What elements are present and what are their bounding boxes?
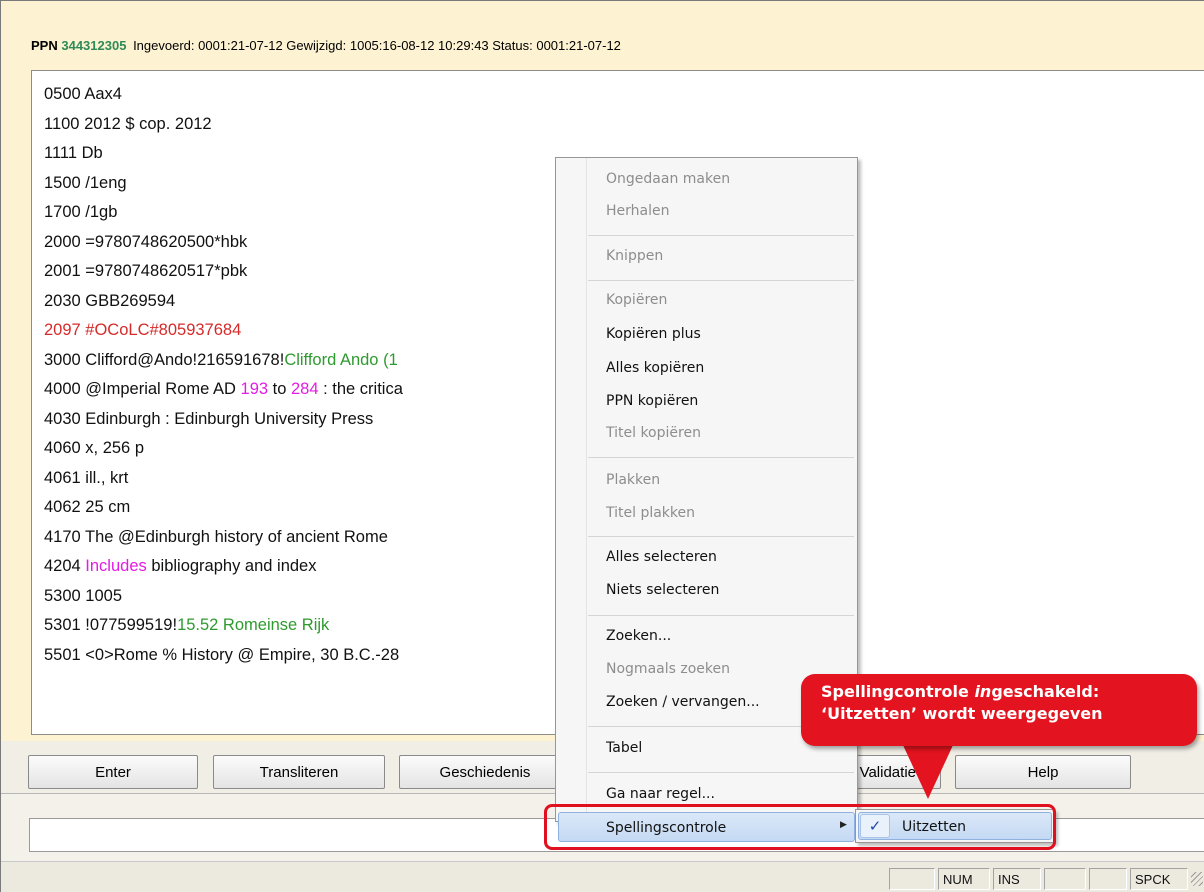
record-header: PPN 344312305 Ingevoerd: 0001:21-07-12 G… — [31, 38, 621, 53]
record-details: Ingevoerd: 0001:21-07-12 Gewijzigd: 1005… — [133, 38, 621, 53]
record-line: 4000 @Imperial Rome AD 193 to 284 : the … — [44, 375, 403, 405]
menu-separator — [588, 457, 854, 458]
record-line: 1111 Db — [44, 139, 403, 169]
record-line-segment: 4000 @Imperial Rome AD — [44, 380, 241, 398]
record-line: 5300 1005 — [44, 582, 403, 612]
menu-item-copy-all[interactable]: Alles kopiëren — [606, 360, 704, 376]
status-cell-blank — [1044, 868, 1086, 890]
record-line: 3000 Clifford@Ando!216591678!Clifford An… — [44, 346, 403, 376]
record-line-segment: 2030 GBB269594 — [44, 291, 176, 310]
record-line-segment: Includes — [85, 557, 147, 575]
transliterate-button[interactable]: Transliteren — [213, 755, 385, 789]
status-cell-blank — [1089, 868, 1127, 890]
menu-item-select-all[interactable]: Alles selecteren — [606, 549, 717, 565]
record-line-segment: to — [268, 380, 291, 398]
record-line-segment: 3000 Clifford@Ando!216591678! — [44, 350, 285, 369]
record-line: 1100 2012 $ cop. 2012 — [44, 110, 403, 140]
menu-separator — [588, 615, 854, 616]
record-line: 0500 Aax4 — [44, 80, 403, 110]
record-line-segment: bibliography and index — [146, 557, 317, 575]
menu-item-table[interactable]: Tabel — [606, 740, 642, 756]
menu-item-paste-title: Titel plakken — [606, 505, 696, 521]
status-spck: SPCK — [1130, 868, 1188, 890]
menu-item-copy-ppn[interactable]: PPN kopiëren — [606, 393, 698, 409]
callout-pointer — [902, 743, 954, 799]
record-line: 5501 <0>Rome % History @ Empire, 30 B.C.… — [44, 641, 403, 671]
history-button[interactable]: Geschiedenis — [399, 755, 571, 789]
menu-item-cut: Knippen — [606, 248, 664, 264]
menu-item-redo: Herhalen — [606, 203, 670, 219]
status-ins: INS — [993, 868, 1041, 890]
record-line-segment: 0500 Aax4 — [44, 85, 122, 103]
record-line: 4062 25 cm — [44, 493, 403, 523]
menu-item-paste: Plakken — [606, 472, 661, 488]
status-num: NUM — [938, 868, 990, 890]
record-line-segment: 4030 Edinburgh : Edinburgh University Pr… — [44, 409, 374, 428]
status-bar: NUM INS SPCK — [1, 861, 1204, 892]
record-line-segment: 1500 /1eng — [44, 173, 127, 192]
annotation-callout: Spellingcontrole ingeschakeld: ‘Uitzette… — [801, 674, 1197, 746]
menu-gutter — [586, 158, 587, 821]
menu-separator — [588, 235, 854, 236]
record-line-segment: 2097 #OCoLC#805937684 — [44, 321, 242, 339]
enter-button[interactable]: Enter — [28, 755, 198, 789]
record-line: 1500 /1eng — [44, 169, 403, 199]
record-line-segment: 4204 — [44, 557, 86, 575]
menu-item-find[interactable]: Zoeken... — [606, 628, 671, 644]
catalog-editor-window: PPN 344312305 Ingevoerd: 0001:21-07-12 G… — [0, 0, 1204, 892]
annotation-highlight-frame — [544, 804, 1056, 850]
menu-item-copy-plus[interactable]: Kopiëren plus — [606, 326, 701, 342]
record-line-segment: 2000 =9780748620500*hbk — [44, 232, 248, 251]
record-line: 4030 Edinburgh : Edinburgh University Pr… — [44, 405, 403, 435]
status-cell-blank — [889, 868, 935, 890]
record-line-segment: 5301 !077599519! — [44, 616, 178, 634]
record-line: 5301 !077599519!15.52 Romeinse Rijk — [44, 611, 403, 641]
menu-item-select-none[interactable]: Niets selecteren — [606, 582, 719, 598]
record-line: 4204 Includes bibliography and index — [44, 552, 403, 582]
record-line: 4061 ill., krt — [44, 464, 403, 494]
record-line-segment: 5501 <0>Rome % History @ Empire, 30 B.C.… — [44, 645, 400, 664]
record-line: 2001 =9780748620517*pbk — [44, 257, 403, 287]
callout-line-2: ‘Uitzetten’ wordt weergegeven — [821, 704, 1103, 723]
record-line-segment: 1700 /1gb — [44, 203, 118, 221]
record-line-segment: 1111 Db — [44, 144, 103, 162]
record-line: 1700 /1gb — [44, 198, 403, 228]
menu-item-find-replace[interactable]: Zoeken / vervangen... — [606, 694, 760, 710]
record-line-segment: 284 — [290, 380, 319, 398]
record-line-segment: Clifford Ando (1 — [284, 350, 398, 369]
record-line: 2097 #OCoLC#805937684 — [44, 316, 403, 346]
menu-separator — [588, 536, 854, 537]
menu-item-goto-line[interactable]: Ga naar regel... — [606, 786, 715, 802]
record-line-segment: 4060 x, 256 p — [44, 439, 144, 457]
record-line-segment: : the critica — [318, 380, 403, 398]
record-line-segment: 15.52 Romeinse Rijk — [177, 616, 330, 634]
callout-line-1: Spellingcontrole ingeschakeld: — [821, 682, 1100, 701]
record-lines: 0500 Aax4 1100 2012 $ cop. 2012 1111 Db 150… — [44, 80, 403, 670]
menu-separator — [588, 280, 854, 281]
record-line-segment: 1100 2012 $ cop. 2012 — [44, 114, 212, 133]
resize-grip-icon[interactable] — [1191, 872, 1203, 886]
menu-separator — [588, 772, 854, 773]
menu-item-find-again: Nogmaals zoeken — [606, 661, 730, 677]
record-line-segment: 2001 =9780748620517*pbk — [44, 262, 248, 280]
record-line: 4060 x, 256 p — [44, 434, 403, 464]
record-line-segment: 4061 ill., krt — [44, 468, 129, 487]
menu-item-copy: Kopiëren — [606, 292, 668, 308]
record-line: 4170 The @Edinburgh history of ancient R… — [44, 523, 403, 553]
record-line-segment: 4170 The @Edinburgh history of ancient R… — [44, 527, 388, 546]
record-line-segment: 193 — [240, 380, 269, 398]
menu-item-undo: Ongedaan maken — [606, 171, 731, 187]
menu-item-copy-title: Titel kopiëren — [606, 425, 701, 441]
help-button[interactable]: Help — [955, 755, 1131, 789]
record-line: 2000 =9780748620500*hbk — [44, 228, 403, 258]
ppn-number: 344312305 — [61, 38, 127, 53]
record-line: 2030 GBB269594 — [44, 287, 403, 317]
ppn-label: PPN — [31, 38, 58, 53]
record-line-segment: 4062 25 cm — [44, 498, 131, 516]
record-line-segment: 5300 1005 — [44, 586, 122, 605]
